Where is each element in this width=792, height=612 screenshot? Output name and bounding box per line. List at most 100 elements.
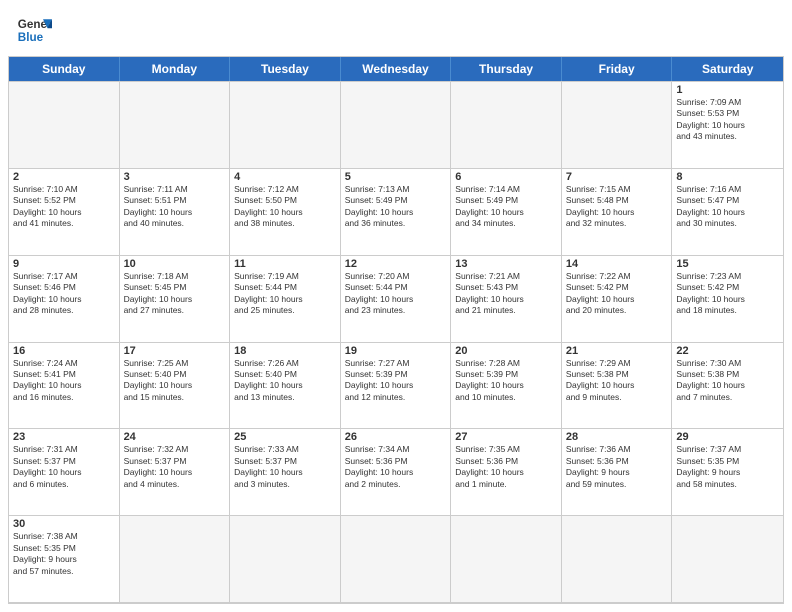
day-number: 6 xyxy=(455,171,557,183)
day-info: Sunrise: 7:30 AM Sunset: 5:38 PM Dayligh… xyxy=(676,358,779,404)
calendar-cell: 13Sunrise: 7:21 AM Sunset: 5:43 PM Dayli… xyxy=(451,256,562,343)
day-info: Sunrise: 7:14 AM Sunset: 5:49 PM Dayligh… xyxy=(455,184,557,230)
day-number: 19 xyxy=(345,345,447,357)
day-info: Sunrise: 7:36 AM Sunset: 5:36 PM Dayligh… xyxy=(566,444,668,490)
calendar-cell xyxy=(341,82,452,169)
day-info: Sunrise: 7:23 AM Sunset: 5:42 PM Dayligh… xyxy=(676,271,779,317)
day-number: 12 xyxy=(345,258,447,270)
day-info: Sunrise: 7:29 AM Sunset: 5:38 PM Dayligh… xyxy=(566,358,668,404)
day-info: Sunrise: 7:25 AM Sunset: 5:40 PM Dayligh… xyxy=(124,358,226,404)
day-number: 16 xyxy=(13,345,115,357)
day-number: 7 xyxy=(566,171,668,183)
day-number: 15 xyxy=(676,258,779,270)
header-wednesday: Wednesday xyxy=(341,57,452,81)
day-info: Sunrise: 7:20 AM Sunset: 5:44 PM Dayligh… xyxy=(345,271,447,317)
day-number: 28 xyxy=(566,431,668,443)
calendar-cell xyxy=(451,82,562,169)
day-number: 18 xyxy=(234,345,336,357)
day-info: Sunrise: 7:35 AM Sunset: 5:36 PM Dayligh… xyxy=(455,444,557,490)
calendar-cell: 6Sunrise: 7:14 AM Sunset: 5:49 PM Daylig… xyxy=(451,169,562,256)
calendar-header: Sunday Monday Tuesday Wednesday Thursday… xyxy=(9,57,783,81)
day-number: 14 xyxy=(566,258,668,270)
calendar-cell: 5Sunrise: 7:13 AM Sunset: 5:49 PM Daylig… xyxy=(341,169,452,256)
calendar-cell: 20Sunrise: 7:28 AM Sunset: 5:39 PM Dayli… xyxy=(451,343,562,430)
header-friday: Friday xyxy=(562,57,673,81)
day-info: Sunrise: 7:10 AM Sunset: 5:52 PM Dayligh… xyxy=(13,184,115,230)
day-info: Sunrise: 7:26 AM Sunset: 5:40 PM Dayligh… xyxy=(234,358,336,404)
day-info: Sunrise: 7:16 AM Sunset: 5:47 PM Dayligh… xyxy=(676,184,779,230)
day-info: Sunrise: 7:34 AM Sunset: 5:36 PM Dayligh… xyxy=(345,444,447,490)
day-number: 27 xyxy=(455,431,557,443)
calendar-cell xyxy=(230,516,341,603)
day-number: 3 xyxy=(124,171,226,183)
calendar-cell: 17Sunrise: 7:25 AM Sunset: 5:40 PM Dayli… xyxy=(120,343,231,430)
calendar-cell: 28Sunrise: 7:36 AM Sunset: 5:36 PM Dayli… xyxy=(562,429,673,516)
day-info: Sunrise: 7:12 AM Sunset: 5:50 PM Dayligh… xyxy=(234,184,336,230)
calendar-cell: 4Sunrise: 7:12 AM Sunset: 5:50 PM Daylig… xyxy=(230,169,341,256)
calendar-cell: 8Sunrise: 7:16 AM Sunset: 5:47 PM Daylig… xyxy=(672,169,783,256)
day-number: 30 xyxy=(13,518,115,530)
calendar-cell: 11Sunrise: 7:19 AM Sunset: 5:44 PM Dayli… xyxy=(230,256,341,343)
calendar-cell: 1Sunrise: 7:09 AM Sunset: 5:53 PM Daylig… xyxy=(672,82,783,169)
calendar-cell: 23Sunrise: 7:31 AM Sunset: 5:37 PM Dayli… xyxy=(9,429,120,516)
calendar-cell: 22Sunrise: 7:30 AM Sunset: 5:38 PM Dayli… xyxy=(672,343,783,430)
calendar-cell: 9Sunrise: 7:17 AM Sunset: 5:46 PM Daylig… xyxy=(9,256,120,343)
day-number: 23 xyxy=(13,431,115,443)
day-info: Sunrise: 7:21 AM Sunset: 5:43 PM Dayligh… xyxy=(455,271,557,317)
calendar-cell: 21Sunrise: 7:29 AM Sunset: 5:38 PM Dayli… xyxy=(562,343,673,430)
day-info: Sunrise: 7:09 AM Sunset: 5:53 PM Dayligh… xyxy=(676,97,779,143)
logo-icon: General Blue xyxy=(16,12,52,48)
header-thursday: Thursday xyxy=(451,57,562,81)
calendar-cell xyxy=(672,516,783,603)
day-info: Sunrise: 7:33 AM Sunset: 5:37 PM Dayligh… xyxy=(234,444,336,490)
day-info: Sunrise: 7:38 AM Sunset: 5:35 PM Dayligh… xyxy=(13,531,115,577)
calendar-cell xyxy=(451,516,562,603)
calendar-cell xyxy=(562,82,673,169)
calendar-cell xyxy=(9,82,120,169)
day-info: Sunrise: 7:31 AM Sunset: 5:37 PM Dayligh… xyxy=(13,444,115,490)
day-number: 9 xyxy=(13,258,115,270)
page: General Blue Sunday Monday Tuesday Wedne… xyxy=(0,0,792,612)
day-number: 22 xyxy=(676,345,779,357)
calendar-cell: 16Sunrise: 7:24 AM Sunset: 5:41 PM Dayli… xyxy=(9,343,120,430)
day-info: Sunrise: 7:18 AM Sunset: 5:45 PM Dayligh… xyxy=(124,271,226,317)
calendar-body: 1Sunrise: 7:09 AM Sunset: 5:53 PM Daylig… xyxy=(9,81,783,603)
day-info: Sunrise: 7:32 AM Sunset: 5:37 PM Dayligh… xyxy=(124,444,226,490)
day-info: Sunrise: 7:22 AM Sunset: 5:42 PM Dayligh… xyxy=(566,271,668,317)
header: General Blue xyxy=(0,0,792,56)
calendar-cell: 7Sunrise: 7:15 AM Sunset: 5:48 PM Daylig… xyxy=(562,169,673,256)
day-info: Sunrise: 7:11 AM Sunset: 5:51 PM Dayligh… xyxy=(124,184,226,230)
calendar-cell: 14Sunrise: 7:22 AM Sunset: 5:42 PM Dayli… xyxy=(562,256,673,343)
day-info: Sunrise: 7:27 AM Sunset: 5:39 PM Dayligh… xyxy=(345,358,447,404)
day-info: Sunrise: 7:13 AM Sunset: 5:49 PM Dayligh… xyxy=(345,184,447,230)
day-number: 25 xyxy=(234,431,336,443)
day-info: Sunrise: 7:19 AM Sunset: 5:44 PM Dayligh… xyxy=(234,271,336,317)
calendar: Sunday Monday Tuesday Wednesday Thursday… xyxy=(8,56,784,604)
calendar-cell: 30Sunrise: 7:38 AM Sunset: 5:35 PM Dayli… xyxy=(9,516,120,603)
day-number: 4 xyxy=(234,171,336,183)
day-number: 21 xyxy=(566,345,668,357)
header-sunday: Sunday xyxy=(9,57,120,81)
day-number: 1 xyxy=(676,84,779,96)
day-info: Sunrise: 7:15 AM Sunset: 5:48 PM Dayligh… xyxy=(566,184,668,230)
logo: General Blue xyxy=(16,12,52,48)
calendar-cell: 29Sunrise: 7:37 AM Sunset: 5:35 PM Dayli… xyxy=(672,429,783,516)
day-number: 5 xyxy=(345,171,447,183)
calendar-cell: 24Sunrise: 7:32 AM Sunset: 5:37 PM Dayli… xyxy=(120,429,231,516)
day-number: 29 xyxy=(676,431,779,443)
calendar-cell: 2Sunrise: 7:10 AM Sunset: 5:52 PM Daylig… xyxy=(9,169,120,256)
calendar-cell xyxy=(341,516,452,603)
header-monday: Monday xyxy=(120,57,231,81)
day-number: 17 xyxy=(124,345,226,357)
header-saturday: Saturday xyxy=(672,57,783,81)
day-info: Sunrise: 7:24 AM Sunset: 5:41 PM Dayligh… xyxy=(13,358,115,404)
svg-text:Blue: Blue xyxy=(18,31,44,44)
day-number: 11 xyxy=(234,258,336,270)
calendar-cell xyxy=(120,516,231,603)
calendar-cell: 12Sunrise: 7:20 AM Sunset: 5:44 PM Dayli… xyxy=(341,256,452,343)
day-number: 13 xyxy=(455,258,557,270)
calendar-cell: 25Sunrise: 7:33 AM Sunset: 5:37 PM Dayli… xyxy=(230,429,341,516)
day-info: Sunrise: 7:37 AM Sunset: 5:35 PM Dayligh… xyxy=(676,444,779,490)
day-info: Sunrise: 7:17 AM Sunset: 5:46 PM Dayligh… xyxy=(13,271,115,317)
calendar-cell: 18Sunrise: 7:26 AM Sunset: 5:40 PM Dayli… xyxy=(230,343,341,430)
